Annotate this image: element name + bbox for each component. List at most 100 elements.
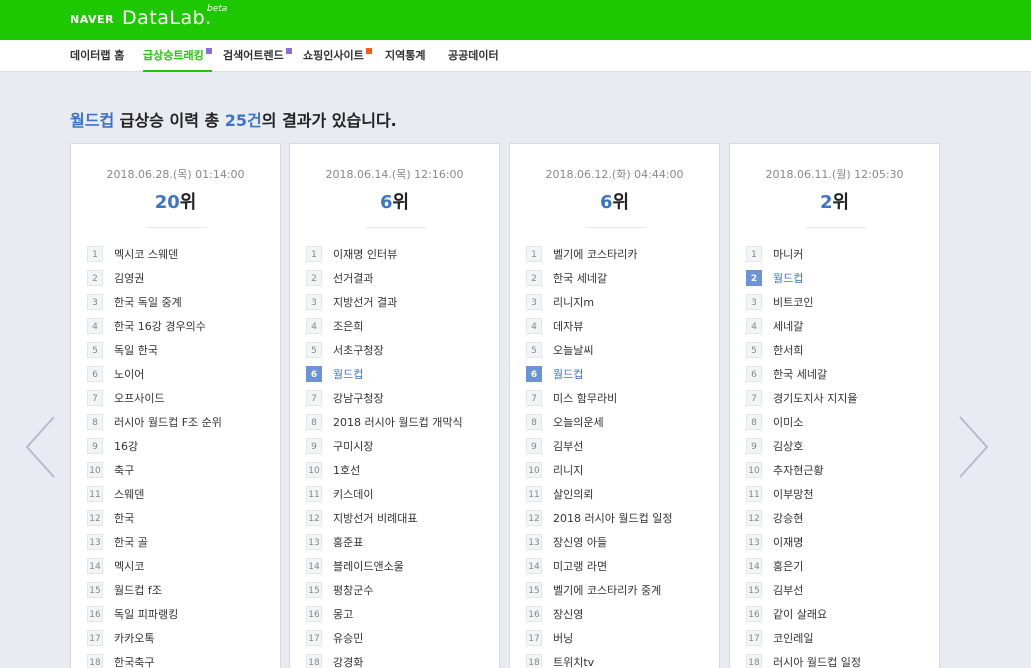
keyword-item[interactable]: 9 김상호 (746, 434, 933, 458)
keyword-item[interactable]: 8 2018 러시아 월드컵 개막식 (306, 410, 493, 434)
keyword-item[interactable]: 3 리니지m (526, 290, 713, 314)
keyword-item[interactable]: 8 러시아 월드컵 F조 순위 (87, 410, 274, 434)
keyword-item[interactable]: 12 2018 러시아 월드컵 일정 (526, 506, 713, 530)
keyword-item[interactable]: 11 스웨덴 (87, 482, 274, 506)
keyword-item[interactable]: 11 이부망천 (746, 482, 933, 506)
keyword-item[interactable]: 5 한서희 (746, 338, 933, 362)
keyword-item[interactable]: 2 월드컵 (746, 266, 933, 290)
keyword-item[interactable]: 12 한국 (87, 506, 274, 530)
keyword-text: 노이어 (114, 368, 145, 381)
keyword-item[interactable]: 6 노이어 (87, 362, 274, 386)
keyword-item[interactable]: 3 한국 독일 중계 (87, 290, 274, 314)
keyword-item[interactable]: 18 러시아 월드컵 일정 (746, 650, 933, 668)
keyword-item[interactable]: 15 김부선 (746, 578, 933, 602)
keyword-item[interactable]: 13 한국 골 (87, 530, 274, 554)
keyword-item[interactable]: 1 마니커 (746, 242, 933, 266)
keyword-item[interactable]: 17 버닝 (526, 626, 713, 650)
keyword-item[interactable]: 3 지방선거 결과 (306, 290, 493, 314)
keyword-item[interactable]: 11 키스데이 (306, 482, 493, 506)
keyword-item[interactable]: 6 한국 세네갈 (746, 362, 933, 386)
keyword-item[interactable]: 6 월드컵 (526, 362, 713, 386)
keyword-item[interactable]: 14 미고랭 라면 (526, 554, 713, 578)
keyword-item[interactable]: 17 카카오톡 (87, 626, 274, 650)
keyword-item[interactable]: 12 강승현 (746, 506, 933, 530)
keyword-item[interactable]: 10 추자현근황 (746, 458, 933, 482)
keyword-item[interactable]: 14 블레이드앤소울 (306, 554, 493, 578)
keyword-item[interactable]: 8 이미소 (746, 410, 933, 434)
keyword-text: 김부선 (773, 584, 804, 597)
keyword-item[interactable]: 4 조은희 (306, 314, 493, 338)
keyword-text: 월드컵 (553, 368, 584, 381)
keyword-item[interactable]: 13 이재명 (746, 530, 933, 554)
keyword-item[interactable]: 6 월드컵 (306, 362, 493, 386)
keyword-item[interactable]: 5 서초구청장 (306, 338, 493, 362)
keyword-item[interactable]: 10 1호선 (306, 458, 493, 482)
keyword-item[interactable]: 14 멕시코 (87, 554, 274, 578)
chevron-right-icon[interactable] (954, 415, 990, 479)
keyword-item[interactable]: 15 벨기에 코스타리카 중계 (526, 578, 713, 602)
keyword-item[interactable]: 15 월드컵 f조 (87, 578, 274, 602)
keyword-item[interactable]: 18 강경화 (306, 650, 493, 668)
keyword-item[interactable]: 9 김부선 (526, 434, 713, 458)
keyword-item[interactable]: 16 장신영 (526, 602, 713, 626)
nav-item-shopping-insight[interactable]: 쇼핑인사이트 (303, 40, 372, 72)
keyword-item[interactable]: 1 이재명 인터뷰 (306, 242, 493, 266)
nav-item-trending[interactable]: 급상승트래킹 (143, 40, 212, 72)
keyword-item[interactable]: 16 같이 살래요 (746, 602, 933, 626)
keyword-item[interactable]: 17 코인레일 (746, 626, 933, 650)
top-bar: NAVER DataLab. beta (0, 0, 1031, 40)
nav-item-search-trend[interactable]: 검색어트렌드 (223, 40, 292, 72)
keyword-text: 강승현 (773, 512, 804, 525)
keyword-item[interactable]: 8 오늘의운세 (526, 410, 713, 434)
keyword-item[interactable]: 9 구미시장 (306, 434, 493, 458)
keyword-item[interactable]: 2 한국 세네갈 (526, 266, 713, 290)
keyword-item[interactable]: 4 데자뷰 (526, 314, 713, 338)
keyword-item[interactable]: 5 오늘날씨 (526, 338, 713, 362)
keyword-item[interactable]: 16 독일 피파랭킹 (87, 602, 274, 626)
keyword-item[interactable]: 10 축구 (87, 458, 274, 482)
keyword-item[interactable]: 12 지방선거 비례대표 (306, 506, 493, 530)
keyword-item[interactable]: 3 비트코인 (746, 290, 933, 314)
keyword-item[interactable]: 7 강남구청장 (306, 386, 493, 410)
datalab-logo[interactable]: DataLab. (122, 7, 212, 29)
keyword-item[interactable]: 7 미스 함무라비 (526, 386, 713, 410)
keyword-item[interactable]: 2 선거결과 (306, 266, 493, 290)
keyword-text: 이미소 (773, 416, 804, 429)
keyword-rank-number: 13 (746, 534, 762, 550)
naver-logo[interactable]: NAVER (70, 13, 114, 26)
keyword-item[interactable]: 13 홍준표 (306, 530, 493, 554)
card-date: 2018.06.11.(월) 12:05:30 (765, 168, 904, 181)
keyword-item[interactable]: 15 평창군수 (306, 578, 493, 602)
keyword-text: 멕시코 (114, 560, 145, 573)
keyword-item[interactable]: 17 유승민 (306, 626, 493, 650)
history-card: 2018.06.11.(월) 12:05:30 2위 1 마니커 2 월드컵 3 비트코인 4 세… (729, 143, 940, 668)
keyword-item[interactable]: 18 트위치tv (526, 650, 713, 668)
keyword-item[interactable]: 4 한국 16강 경우의수 (87, 314, 274, 338)
keyword-item[interactable]: 1 멕시코 스웨덴 (87, 242, 274, 266)
keyword-item[interactable]: 7 오프사이드 (87, 386, 274, 410)
keyword-item[interactable]: 16 몽고 (306, 602, 493, 626)
keyword-item[interactable]: 14 홍은기 (746, 554, 933, 578)
keyword-item[interactable]: 5 독일 한국 (87, 338, 274, 362)
keyword-rank-number: 4 (87, 318, 103, 334)
keyword-item[interactable]: 7 경기도지사 지지율 (746, 386, 933, 410)
card-rank: 6위 (379, 192, 410, 213)
keyword-rank-number: 4 (526, 318, 542, 334)
keyword-item[interactable]: 10 리니지 (526, 458, 713, 482)
nav-item-public-data[interactable]: 공공데이터 (448, 40, 499, 72)
keyword-item[interactable]: 18 한국축구 (87, 650, 274, 668)
nav-item-regional-stats[interactable]: 지역통계 (385, 40, 425, 72)
keyword-item[interactable]: 4 세네갈 (746, 314, 933, 338)
keyword-text: 한국 세네갈 (773, 368, 828, 381)
keyword-item[interactable]: 1 벨기에 코스타리카 (526, 242, 713, 266)
keyword-text: 장신영 (553, 608, 584, 621)
keyword-item[interactable]: 2 김영권 (87, 266, 274, 290)
chevron-left-icon[interactable] (24, 415, 60, 479)
keyword-text: 오늘날씨 (553, 344, 594, 357)
nav-item-datalab-home[interactable]: 데이터랩 홈 (70, 40, 124, 72)
keyword-item[interactable]: 11 살인의뢰 (526, 482, 713, 506)
keyword-item[interactable]: 13 장신영 아들 (526, 530, 713, 554)
keyword-rank-number: 8 (306, 414, 322, 430)
keyword-item[interactable]: 9 16강 (87, 434, 274, 458)
keyword-text: 2018 러시아 월드컵 일정 (553, 512, 673, 525)
